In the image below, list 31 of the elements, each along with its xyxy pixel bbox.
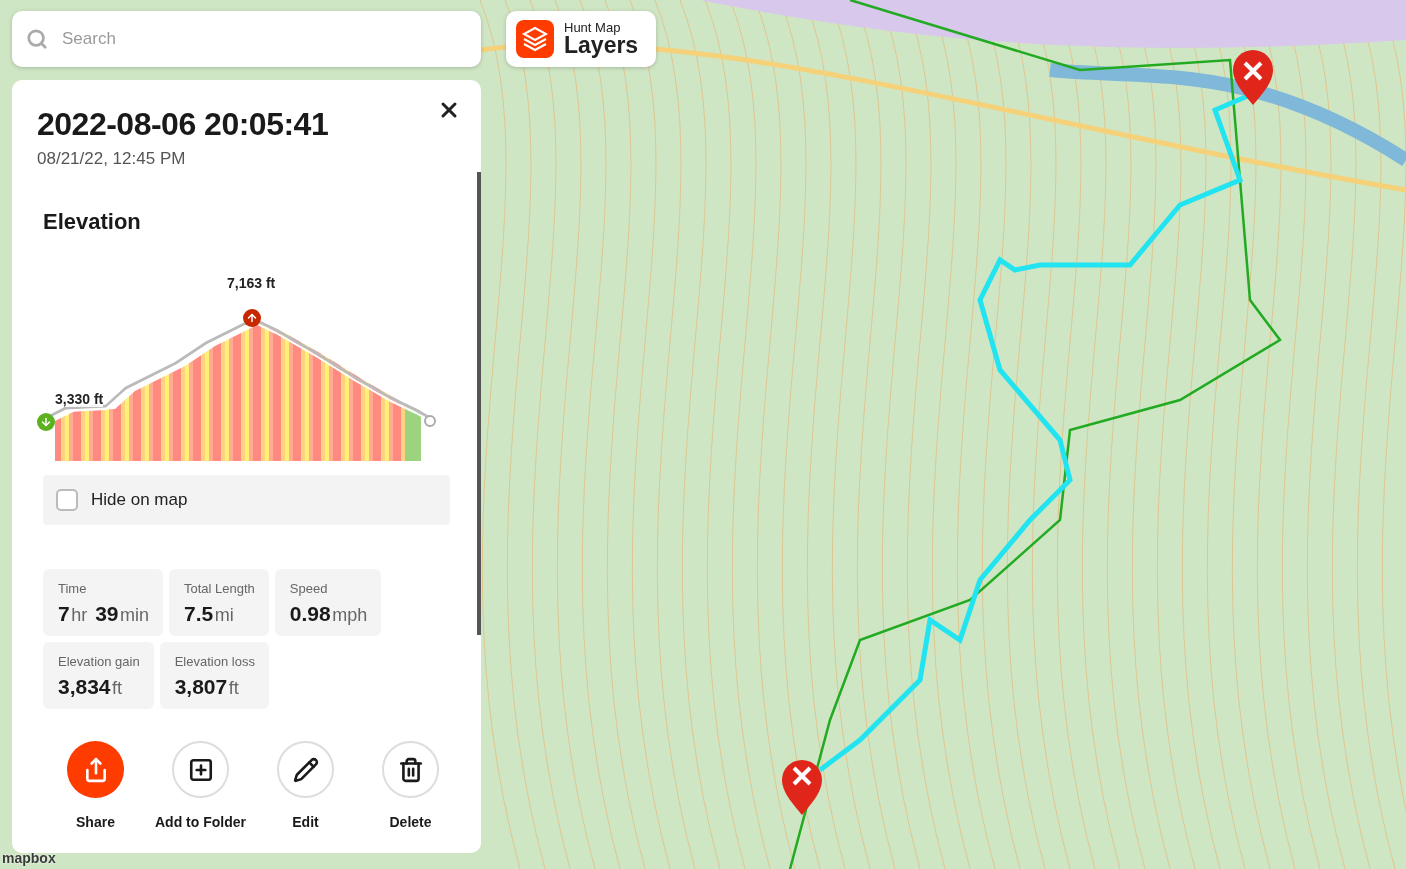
trash-icon	[397, 756, 424, 783]
stat-label: Speed	[289, 581, 329, 596]
track-title: 2022-08-06 20:05:41	[37, 106, 330, 143]
stat-label: Elevation gain	[58, 654, 140, 669]
min-elevation-label: 3,330 ft	[55, 391, 104, 407]
stat-value: 3,834ft	[58, 675, 124, 699]
action-button[interactable]: Share	[43, 741, 148, 830]
scrollbar[interactable]	[477, 172, 481, 635]
track-date: 08/21/22, 12:45 PM	[37, 149, 187, 169]
lowest-point-icon	[37, 413, 55, 431]
action-button[interactable]: Edit	[253, 741, 358, 830]
stat-label: Elevation loss	[174, 654, 255, 669]
highest-point-icon	[243, 309, 261, 327]
stat-value: 7.5mi	[184, 602, 235, 626]
action-button[interactable]: Add to Folder	[148, 741, 253, 830]
map-attribution[interactable]: mapbox	[2, 850, 56, 866]
stat-value: 7hr 39min	[58, 602, 149, 626]
search-field[interactable]: Search	[12, 11, 481, 67]
layers-icon	[516, 20, 554, 58]
elevation-heading: Elevation	[43, 209, 142, 235]
hide-on-map-checkbox[interactable]: Hide on map	[43, 475, 450, 525]
stat-value: 3,807ft	[174, 675, 240, 699]
stat-label: Total Length	[184, 581, 255, 596]
pencil-icon	[292, 756, 319, 783]
stat-label: Time	[58, 581, 88, 596]
stat-value: 0.98mph	[289, 602, 368, 626]
folder-plus-icon	[187, 756, 214, 783]
max-elevation-label: 7,163 ft	[227, 275, 276, 291]
search-icon	[26, 28, 48, 50]
action-button[interactable]: Delete	[358, 741, 463, 830]
layers-button[interactable]: Hunt Map Layers	[506, 11, 657, 67]
